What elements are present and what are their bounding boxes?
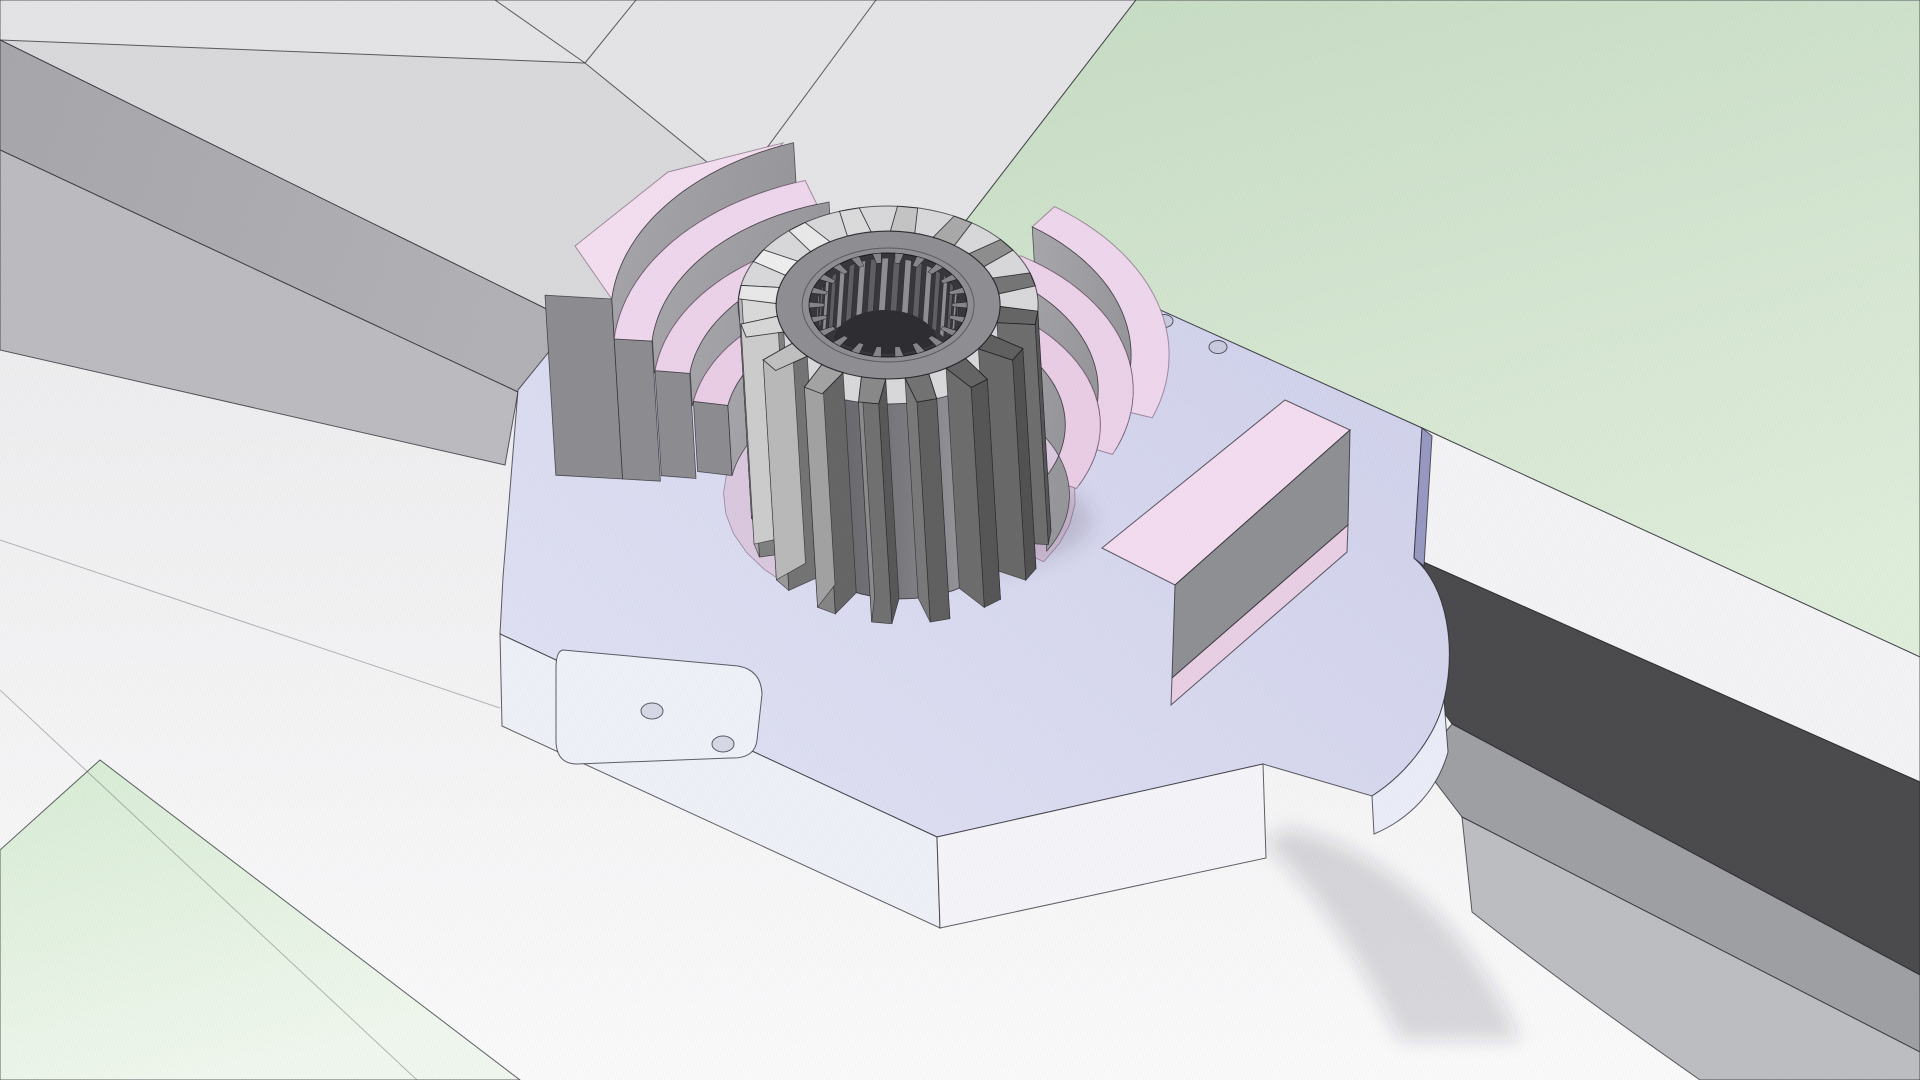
bore-spline-tooth	[809, 302, 824, 308]
cad-3d-scene	[0, 0, 1920, 1080]
cam-sector-left-endcap-4	[693, 402, 732, 476]
tab-hole-right	[712, 736, 734, 752]
bore-spline-tooth	[952, 302, 967, 308]
cad-viewport	[0, 0, 1920, 1080]
cam-sector-left-endcap-3	[655, 371, 696, 479]
block-face-hole-2	[1209, 341, 1227, 354]
tab-hole-left	[641, 703, 663, 719]
pinion-gear[interactable]	[738, 206, 1051, 624]
cam-sector-left-endcap-1	[545, 295, 623, 479]
